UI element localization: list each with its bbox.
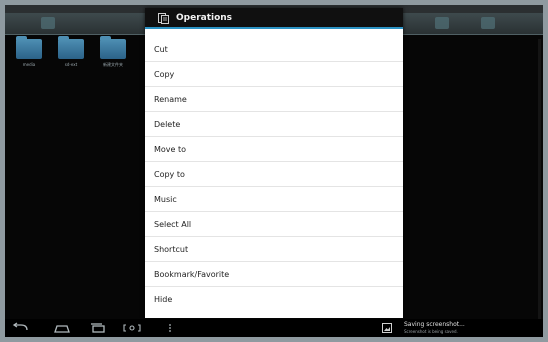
dialog-header: Operations [145, 8, 403, 29]
scroll-rail[interactable] [538, 39, 541, 319]
menu-item-shortcut[interactable]: Shortcut [145, 237, 403, 262]
menu-item-hide[interactable]: Hide [145, 287, 403, 312]
folder-label: 新建文件夹 [103, 62, 123, 67]
folder-item[interactable]: 新建文件夹 [95, 36, 131, 68]
toolbar-home-icon[interactable] [41, 17, 55, 29]
back-icon[interactable] [11, 322, 31, 334]
folder-label: media [22, 62, 36, 67]
folder-icon [100, 36, 126, 59]
menu-item-copy-to[interactable]: Copy to [145, 162, 403, 187]
toolbar-search-icon[interactable] [435, 17, 449, 29]
menu-icon[interactable] [166, 322, 174, 334]
navigation-bar: Saving screenshot... Screenshot is being… [5, 319, 543, 337]
menu-item-music[interactable]: Music [145, 187, 403, 212]
operations-dialog: Operations Cut Copy Rename Delete Move t… [145, 8, 403, 318]
menu-item-select-all[interactable]: Select All [145, 212, 403, 237]
menu-item-move-to[interactable]: Move to [145, 137, 403, 162]
menu-item-bookmark-favorite[interactable]: Bookmark/Favorite [145, 262, 403, 287]
folder-item[interactable]: media [11, 36, 47, 67]
folder-label: sd-ext [64, 62, 78, 67]
home-icon[interactable] [52, 322, 72, 334]
toolbar-view-icon[interactable] [481, 17, 495, 29]
folder-icon [16, 36, 42, 59]
screenshot-icon[interactable] [122, 322, 142, 334]
menu-item-rename[interactable]: Rename [145, 87, 403, 112]
menu-item-delete[interactable]: Delete [145, 112, 403, 137]
folder-icon [58, 36, 84, 59]
device-frame: media sd-ext 新建文件夹 Operations Cut Copy R… [0, 0, 548, 342]
notification-subtitle: Screenshot is being saved. [404, 329, 458, 334]
folder-item[interactable]: sd-ext [53, 36, 89, 67]
operations-icon [158, 13, 169, 24]
dialog-title: Operations [176, 13, 233, 23]
menu-item-copy[interactable]: Copy [145, 62, 403, 87]
notification-title[interactable]: Saving screenshot... [404, 321, 465, 328]
screen: media sd-ext 新建文件夹 Operations Cut Copy R… [5, 5, 543, 337]
recent-apps-icon[interactable] [88, 322, 108, 334]
menu-item-cut[interactable]: Cut [145, 37, 403, 62]
screenshot-notification-icon[interactable] [382, 323, 392, 333]
